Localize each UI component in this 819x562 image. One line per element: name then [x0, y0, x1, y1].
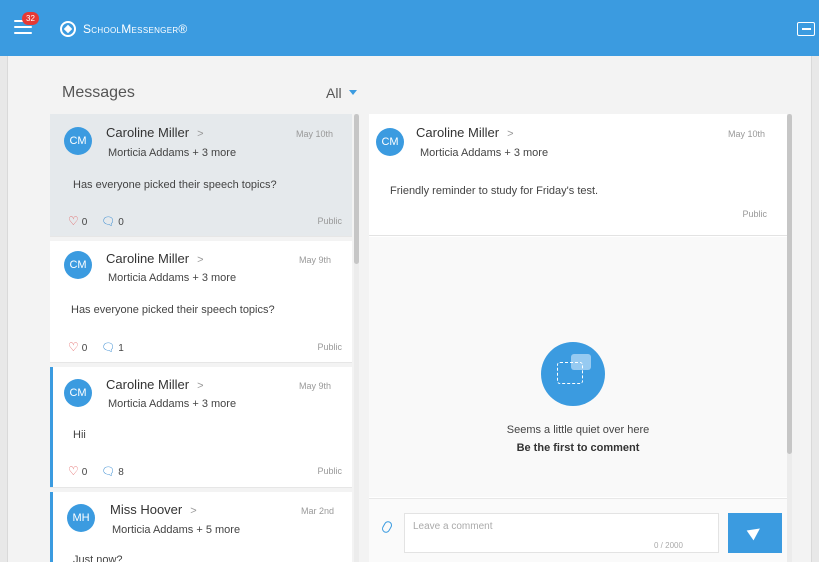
- detail-header: CM Caroline Miller > Morticia Addams + 3 …: [369, 114, 787, 236]
- filter-dropdown[interactable]: All: [326, 85, 357, 101]
- visibility-label: Public: [742, 209, 767, 219]
- message-card[interactable]: MH Miss Hoover > Morticia Addams + 5 more…: [50, 492, 352, 562]
- avatar: CM: [376, 128, 404, 156]
- message-body: Friendly reminder to study for Friday's …: [390, 185, 599, 197]
- sender-name[interactable]: Miss Hoover >: [110, 502, 197, 517]
- sender-name[interactable]: Caroline Miller >: [106, 251, 204, 266]
- visibility-label: Public: [317, 216, 342, 226]
- recipients: Morticia Addams + 3 more: [108, 272, 237, 284]
- comment-icon[interactable]: 🗨: [101, 466, 115, 478]
- avatar: CM: [64, 251, 92, 279]
- scrollbar-thumb[interactable]: [787, 114, 792, 454]
- attachment-icon[interactable]: [380, 519, 394, 535]
- comment-composer: 0 / 2000: [369, 498, 787, 562]
- heart-icon[interactable]: ♡: [68, 214, 79, 228]
- visibility-label: Public: [317, 466, 342, 476]
- sender-name[interactable]: Caroline Miller >: [106, 377, 204, 392]
- message-list-scrollbar[interactable]: [354, 114, 359, 562]
- detail-scrollbar[interactable]: [787, 114, 792, 562]
- comment-count: 0: [118, 217, 124, 228]
- scrollbar-thumb[interactable]: [354, 114, 359, 264]
- recipients: Morticia Addams + 3 more: [108, 147, 237, 159]
- message-date: Mar 2nd: [301, 506, 335, 516]
- chevron-right-icon: >: [190, 505, 197, 517]
- message-list: CM Caroline Miller > Morticia Addams + 3 …: [50, 114, 362, 562]
- sign-out-icon[interactable]: [797, 22, 815, 36]
- messages-title: Messages: [62, 84, 135, 101]
- like-count: 0: [81, 217, 88, 228]
- sender-label: Caroline Miller: [416, 125, 500, 140]
- message-card[interactable]: CM Caroline Miller > Morticia Addams + 3 …: [50, 114, 352, 237]
- paper-plane-icon: [746, 523, 764, 541]
- like-count: 0: [81, 467, 88, 478]
- heart-icon[interactable]: ♡: [68, 464, 79, 478]
- sender-name[interactable]: Caroline Miller >: [416, 125, 514, 140]
- message-preview: Just now?: [73, 554, 123, 562]
- sender-label: Caroline Miller: [106, 125, 190, 140]
- message-date: May 9th: [299, 381, 332, 391]
- recipients: Morticia Addams + 3 more: [108, 398, 237, 410]
- message-stats: ♡ 0 🗨 0: [68, 214, 138, 228]
- comment-count: 8: [118, 467, 124, 478]
- recipients: Morticia Addams + 5 more: [112, 524, 241, 536]
- sender-name[interactable]: Caroline Miller >: [106, 125, 204, 140]
- message-date: May 10th: [728, 129, 766, 139]
- message-card[interactable]: CM Caroline Miller > Morticia Addams + 3 …: [50, 367, 352, 488]
- message-preview: Has everyone picked their speech topics?: [73, 179, 277, 191]
- message-stats: ♡ 0 🗨 8: [68, 464, 138, 478]
- message-card[interactable]: CM Caroline Miller > Morticia Addams + 3 …: [50, 241, 352, 363]
- heart-icon[interactable]: ♡: [68, 340, 79, 354]
- message-date: May 10th: [296, 129, 334, 139]
- brand-name: SchoolMessenger®: [83, 22, 188, 36]
- avatar: CM: [64, 379, 92, 407]
- message-date: May 9th: [299, 255, 332, 265]
- avatar: MH: [67, 504, 95, 532]
- chevron-right-icon: >: [507, 128, 514, 140]
- send-button[interactable]: [728, 513, 782, 553]
- message-detail: CM Caroline Miller > Morticia Addams + 3 …: [369, 114, 787, 562]
- like-count: 0: [81, 343, 88, 354]
- empty-state-cta: Be the first to comment: [516, 442, 640, 454]
- chevron-right-icon: >: [197, 254, 204, 266]
- sender-label: Caroline Miller: [106, 251, 190, 266]
- empty-state-text: Seems a little quiet over here: [506, 424, 650, 436]
- message-stats: ♡ 0 🗨 1: [68, 340, 138, 354]
- notification-badge[interactable]: 32: [22, 12, 39, 25]
- filter-label: All: [326, 85, 342, 101]
- caret-down-icon: [348, 90, 357, 95]
- message-preview: Hii: [73, 429, 86, 441]
- chevron-right-icon: >: [197, 128, 204, 140]
- left-frame: [0, 56, 8, 562]
- empty-comments-icon: [541, 342, 605, 406]
- right-frame: [811, 56, 819, 562]
- character-counter: 0 / 2000: [654, 541, 683, 550]
- comment-icon[interactable]: 🗨: [101, 342, 115, 354]
- sender-label: Miss Hoover: [110, 502, 183, 517]
- avatar: CM: [64, 127, 92, 155]
- visibility-label: Public: [317, 342, 342, 352]
- recipients: Morticia Addams + 3 more: [420, 147, 549, 159]
- chevron-right-icon: >: [197, 380, 204, 392]
- comment-count: 1: [118, 343, 124, 354]
- schoolmessenger-logo-icon: [60, 21, 76, 37]
- message-preview: Has everyone picked their speech topics?: [71, 304, 275, 316]
- sender-label: Caroline Miller: [106, 377, 190, 392]
- top-bar: 32 SchoolMessenger®: [0, 0, 819, 56]
- comment-icon[interactable]: 🗨: [101, 216, 115, 228]
